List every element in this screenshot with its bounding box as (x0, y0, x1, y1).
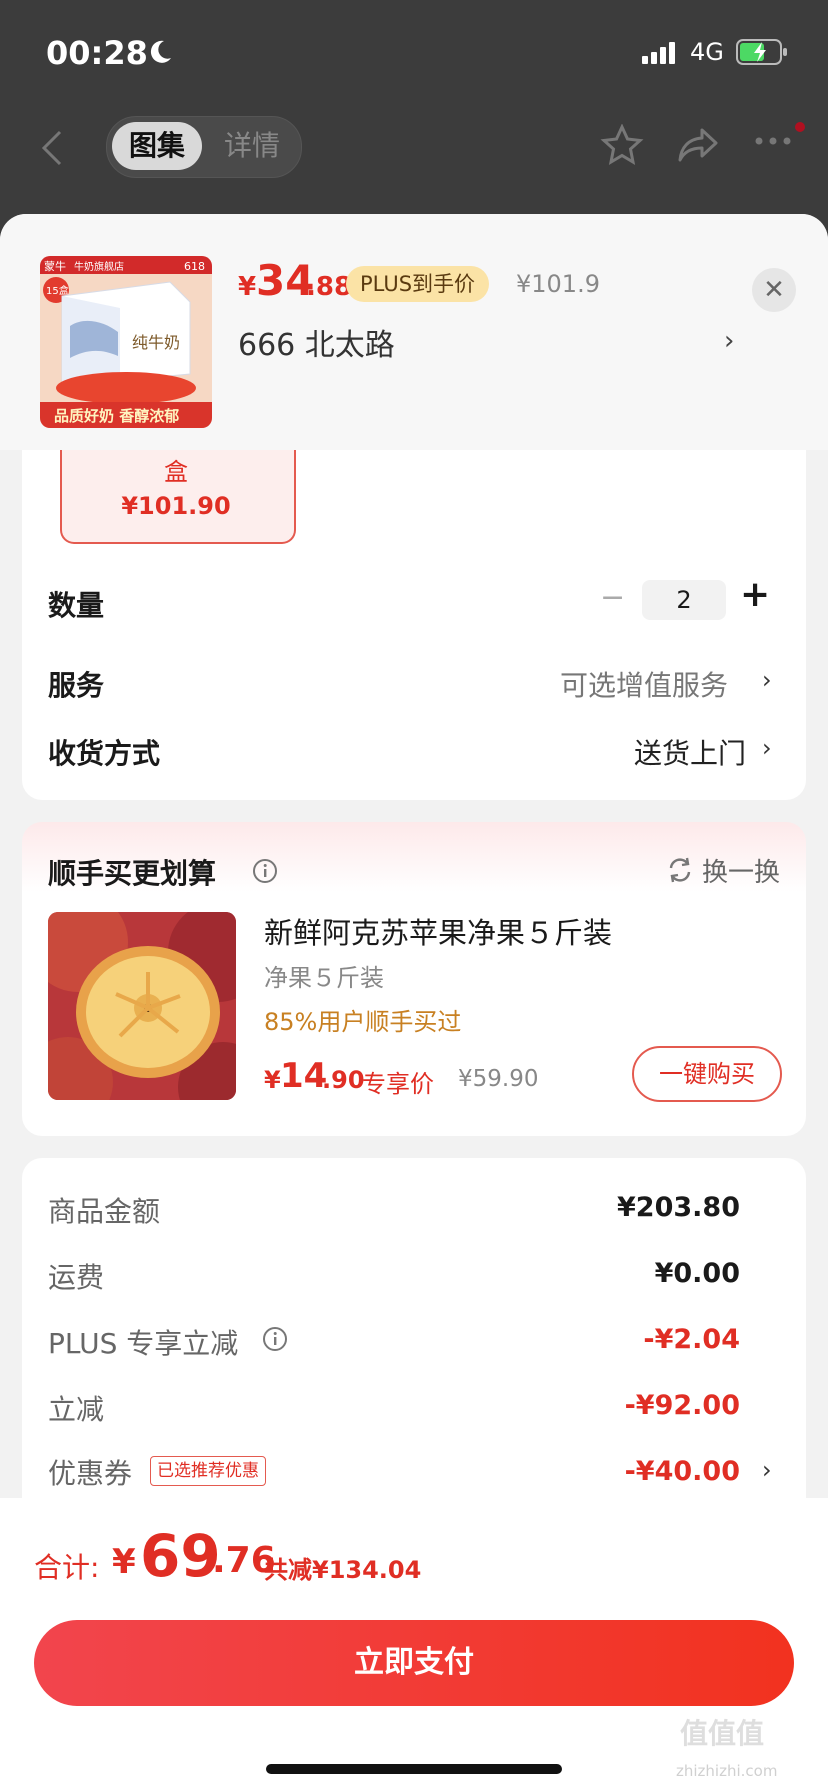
more-icon[interactable] (754, 136, 792, 146)
close-button[interactable]: ✕ (752, 268, 796, 312)
instant-discount-value: -¥92.00 (624, 1390, 740, 1421)
total-symbol: ¥ (112, 1542, 136, 1582)
total-saving: 共减¥134.04 (264, 1556, 422, 1584)
bundle-item-title[interactable]: 新鲜阿克苏苹果净果５斤装 (264, 910, 612, 952)
bundle-original-price: ¥59.90 (458, 1066, 539, 1092)
product-thumbnail: 蒙牛 牛奶旗舰店 618 15盒 纯牛奶 品质好奶 香醇浓郁 (40, 256, 212, 428)
watermark-logo: 值值值 (680, 1717, 765, 1750)
chevron-right-icon[interactable]: › (724, 326, 734, 356)
bundle-item-spec: 净果５斤装 (264, 964, 384, 992)
thumb-badge-text: 15盒 (46, 284, 69, 297)
delivery-value[interactable]: 送货上门 (634, 732, 746, 772)
thumb-slogan: 品质好奶 香醇浓郁 (54, 407, 179, 425)
total-label: 合计: (34, 1551, 100, 1584)
info-icon[interactable] (262, 1326, 288, 1352)
items-amount-value: ¥203.80 (617, 1192, 740, 1223)
signal-icon (642, 42, 675, 64)
quantity-label: 数量 (48, 589, 105, 622)
watermark-url: zhizhizhi.com (676, 1762, 778, 1780)
coupon-label[interactable]: 优惠券 (48, 1452, 132, 1492)
refresh-icon[interactable] (666, 856, 694, 884)
original-price: ¥101.9 (516, 270, 600, 298)
service-value[interactable]: 可选增值服务 (560, 664, 728, 704)
chevron-right-icon[interactable]: › (762, 666, 772, 694)
bundle-price-tag: 专享价 (362, 1070, 434, 1098)
moon-icon (150, 40, 171, 63)
bundle-price-symbol: ¥ (264, 1066, 281, 1094)
thumb-brand-text: 蒙牛 (44, 259, 66, 273)
delivery-label: 收货方式 (48, 737, 161, 770)
price-symbol: ¥ (238, 272, 257, 302)
tab-gallery[interactable]: 图集 (112, 122, 202, 170)
bundle-price-decimal: .90 (322, 1066, 365, 1094)
quantity-input[interactable]: 2 (642, 580, 726, 620)
instant-discount-label: 立减 (48, 1393, 105, 1426)
thumb-store-text: 牛奶旗舰店 (74, 260, 124, 273)
quantity-plus-button[interactable]: + (740, 574, 770, 615)
chevron-right-icon[interactable]: › (762, 734, 772, 762)
price-decimal: .88 (306, 272, 353, 302)
shipping-label: 运费 (48, 1261, 105, 1294)
tab-detail[interactable]: 详情 (212, 122, 292, 170)
items-amount-label: 商品金额 (48, 1195, 161, 1228)
close-icon: ✕ (763, 275, 785, 305)
plus-discount-value: -¥2.04 (643, 1324, 740, 1355)
total-integer: 69 (140, 1522, 221, 1590)
apple-product-image[interactable] (48, 912, 236, 1100)
battery-icon (736, 39, 787, 65)
notification-dot (795, 122, 805, 132)
quantity-minus-button[interactable]: − (600, 580, 625, 615)
spec-option-name: 盒 (164, 458, 188, 486)
back-icon[interactable] (38, 128, 66, 168)
bundle-item-social-proof: 85%用户顺手买过 (264, 1008, 462, 1036)
shipping-value: ¥0.00 (654, 1258, 740, 1289)
bundle-title: 顺手买更划算 (48, 857, 217, 890)
star-icon[interactable] (600, 124, 644, 166)
plus-discount-label: PLUS 专享立减 (48, 1327, 239, 1360)
spec-option-price: ¥101.90 (121, 492, 231, 520)
chevron-right-icon[interactable]: › (762, 1456, 772, 1484)
info-icon[interactable] (252, 858, 278, 884)
plus-price-tag: PLUS到手价 (346, 266, 490, 302)
pay-now-button[interactable]: 立即支付 (34, 1620, 794, 1706)
delivery-address[interactable]: 666 北太路 (238, 320, 395, 364)
refresh-button[interactable]: 换一换 (702, 852, 780, 889)
network-type: 4G (690, 38, 724, 66)
thumb-milk-label: 纯牛奶 (132, 333, 180, 352)
bundle-price-integer: 14 (280, 1056, 328, 1096)
coupon-value[interactable]: -¥40.00 (540, 1456, 740, 1487)
thumb-618-text: 618 (184, 260, 205, 273)
share-icon[interactable] (676, 126, 720, 164)
coupon-recommended-tag: 已选推荐优惠 (150, 1456, 266, 1486)
service-label: 服务 (48, 669, 105, 702)
status-time: 00:28 (46, 34, 148, 72)
one-click-buy-button[interactable]: 一键购买 (632, 1046, 782, 1102)
home-indicator (266, 1764, 562, 1774)
